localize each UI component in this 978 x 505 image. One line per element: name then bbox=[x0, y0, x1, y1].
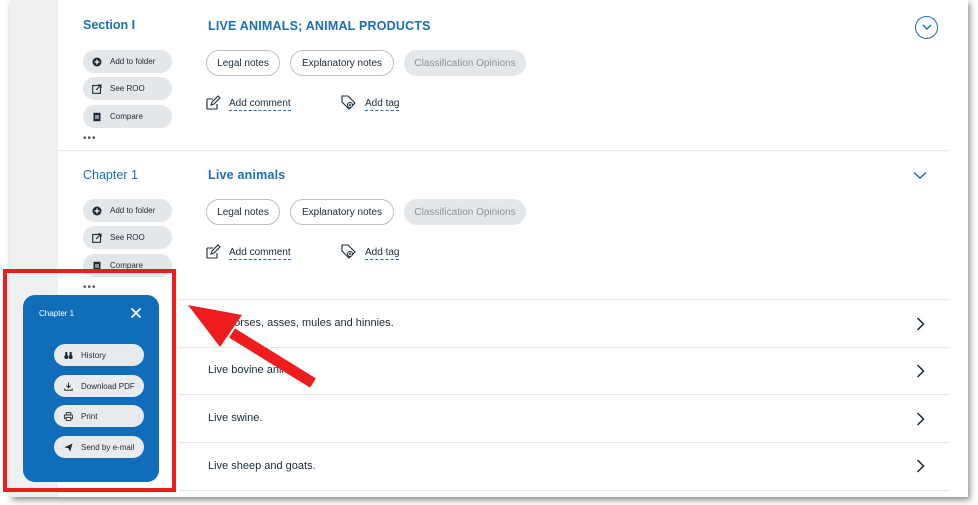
chapter-legal-notes-button[interactable]: Legal notes bbox=[206, 199, 280, 225]
chapter-classification-opinions-button[interactable]: Classification Opinions bbox=[404, 199, 526, 225]
compare-label: Compare bbox=[110, 112, 143, 121]
chevron-right-icon[interactable] bbox=[916, 412, 925, 426]
add-to-folder-label: Add to folder bbox=[110, 206, 156, 215]
heading-row-label[interactable]: Live swine. bbox=[208, 412, 262, 424]
heading-row-label[interactable]: Live sheep and goats. bbox=[208, 460, 316, 472]
section-explanatory-notes-button[interactable]: Explanatory notes bbox=[290, 50, 394, 76]
highlight-box bbox=[3, 269, 176, 492]
chevron-down-icon[interactable] bbox=[913, 171, 927, 180]
tag-icon bbox=[341, 244, 356, 259]
chapter-add-tag-link[interactable]: Add tag bbox=[365, 247, 400, 260]
external-link-icon bbox=[92, 83, 102, 94]
external-link-icon bbox=[92, 232, 102, 243]
compare-icon bbox=[92, 112, 102, 122]
add-to-folder-label: Add to folder bbox=[110, 57, 156, 66]
annotation-arrow-icon bbox=[188, 305, 316, 388]
main-content: Section I LIVE ANIMALS; ANIMAL PRODUCTS … bbox=[58, 0, 968, 497]
divider bbox=[58, 150, 950, 151]
divider bbox=[178, 490, 950, 491]
section-compare-button[interactable]: Compare bbox=[83, 105, 172, 128]
section-add-to-folder-button[interactable]: Add to folder bbox=[83, 50, 172, 73]
divider bbox=[178, 442, 950, 443]
section-collapse-button[interactable] bbox=[915, 16, 938, 39]
section-legal-notes-button[interactable]: Legal notes bbox=[206, 50, 280, 76]
tag-icon bbox=[341, 95, 356, 110]
section-label[interactable]: Section I bbox=[83, 18, 135, 32]
divider bbox=[178, 394, 950, 395]
see-roo-label: See ROO bbox=[110, 233, 145, 242]
plus-circle-icon bbox=[92, 206, 102, 216]
chevron-down-icon bbox=[921, 24, 932, 31]
chevron-right-icon[interactable] bbox=[916, 459, 925, 473]
chapter-label[interactable]: Chapter 1 bbox=[83, 168, 138, 182]
section-classification-opinions-button[interactable]: Classification Opinions bbox=[404, 50, 526, 76]
chapter-add-to-folder-button[interactable]: Add to folder bbox=[83, 199, 172, 222]
chapter-add-comment-link[interactable]: Add comment bbox=[229, 247, 291, 260]
chapter-see-roo-button[interactable]: See ROO bbox=[83, 226, 172, 249]
section-see-roo-button[interactable]: See ROO bbox=[83, 77, 172, 100]
section-add-comment-link[interactable]: Add comment bbox=[229, 98, 291, 111]
section-title[interactable]: LIVE ANIMALS; ANIMAL PRODUCTS bbox=[208, 19, 431, 33]
plus-circle-icon bbox=[92, 57, 102, 67]
chapter-title[interactable]: Live animals bbox=[208, 168, 285, 182]
edit-icon bbox=[206, 95, 221, 110]
section-add-tag-link[interactable]: Add tag bbox=[365, 98, 400, 111]
section-more-icon[interactable]: ••• bbox=[83, 134, 97, 144]
edit-icon bbox=[206, 244, 221, 259]
chapter-explanatory-notes-button[interactable]: Explanatory notes bbox=[290, 199, 394, 225]
chevron-right-icon[interactable] bbox=[916, 317, 925, 331]
see-roo-label: See ROO bbox=[110, 84, 145, 93]
chevron-right-icon[interactable] bbox=[916, 364, 925, 378]
